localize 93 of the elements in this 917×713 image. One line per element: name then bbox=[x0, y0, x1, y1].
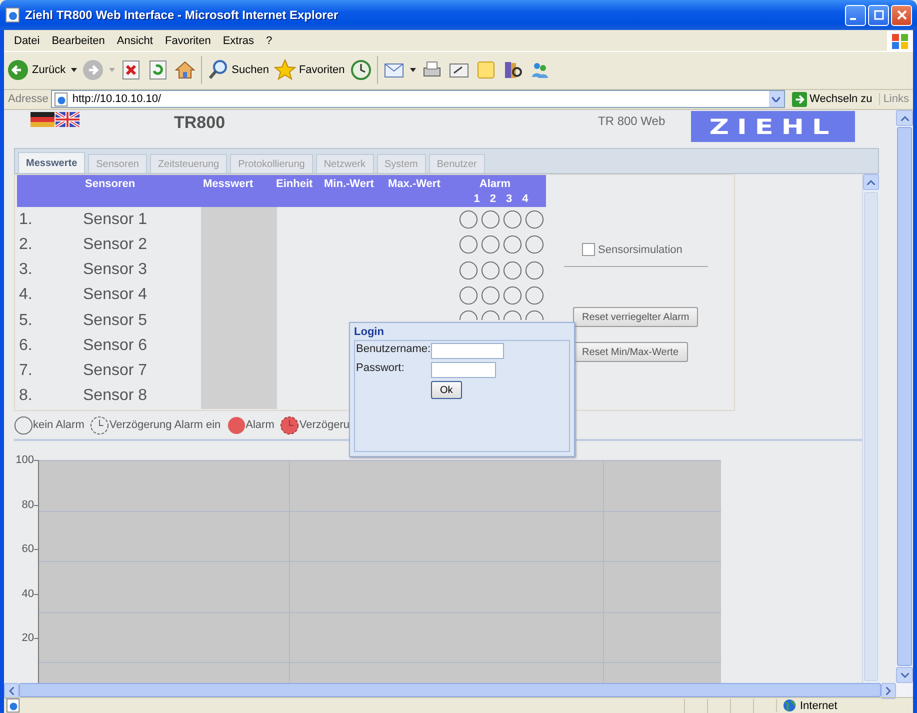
column-header: Alarm bbox=[479, 178, 511, 190]
column-header: Einheit bbox=[276, 177, 314, 192]
search-icon[interactable] bbox=[206, 59, 229, 82]
alarm-number: 3 bbox=[506, 193, 512, 205]
dropdown-button[interactable] bbox=[768, 91, 784, 108]
german-flag-icon[interactable] bbox=[30, 112, 55, 127]
stop-icon[interactable] bbox=[120, 59, 142, 82]
address-label: Adresse bbox=[8, 93, 48, 106]
empty-circle-icon bbox=[14, 416, 33, 434]
row-number: 2. bbox=[18, 236, 34, 254]
reset-button[interactable]: Reset verriegelter Alarm bbox=[573, 307, 698, 327]
favorites-button[interactable]: Favoriten bbox=[274, 59, 345, 82]
legend-label: Alarm bbox=[246, 419, 274, 431]
sensor-name: Sensor 7 bbox=[83, 362, 148, 380]
filled-circle-icon bbox=[226, 416, 246, 434]
y-axis-label: 100 bbox=[16, 454, 34, 466]
dropdown-icon[interactable] bbox=[410, 68, 416, 72]
legend-label: Verzögerung Alarm ein bbox=[109, 419, 221, 431]
column-header: Max.-Wert bbox=[388, 177, 442, 192]
row-number: 1. bbox=[18, 210, 34, 229]
row-number: 6. bbox=[18, 336, 34, 355]
sensor-name: Sensor 3 bbox=[83, 261, 148, 280]
menu-item[interactable]: Bearbeiten bbox=[46, 34, 111, 47]
menu-item[interactable]: ? bbox=[260, 34, 278, 47]
field-label: Passwort: bbox=[356, 362, 406, 374]
y-axis-label: 60 bbox=[22, 543, 34, 556]
y-axis-label: 40 bbox=[22, 588, 34, 600]
alarm-number: 2 bbox=[490, 193, 496, 205]
sensor-name: Sensor 4 bbox=[83, 286, 148, 304]
column-header: Min.-Wert bbox=[324, 177, 375, 192]
sensor-name: Sensor 2 bbox=[83, 236, 148, 254]
security-zone: Internet bbox=[776, 699, 913, 712]
back-icon[interactable] bbox=[7, 59, 29, 82]
input-field[interactable] bbox=[431, 343, 504, 359]
arrow-icon bbox=[792, 92, 807, 107]
minimize-icon bbox=[850, 18, 856, 20]
history-icon[interactable] bbox=[350, 59, 372, 82]
star-icon[interactable] bbox=[274, 59, 296, 82]
legend-label: Verzögeru bbox=[299, 419, 350, 431]
home-icon[interactable] bbox=[174, 59, 196, 82]
menu-item[interactable]: Datei bbox=[8, 34, 46, 47]
globe-icon bbox=[783, 699, 796, 712]
row-number: 4. bbox=[18, 286, 34, 304]
scrollbar[interactable] bbox=[4, 683, 913, 697]
refresh-icon[interactable] bbox=[146, 59, 169, 82]
row-number: 7. bbox=[18, 362, 34, 380]
input-field[interactable] bbox=[431, 362, 496, 378]
british-flag-icon[interactable] bbox=[55, 112, 80, 127]
page-title: TR800 bbox=[174, 112, 226, 133]
caret-icon bbox=[772, 96, 780, 102]
legend-label: kein Alarm bbox=[33, 419, 84, 431]
clock-icon bbox=[90, 416, 110, 434]
alarm-number: 4 bbox=[522, 193, 528, 205]
go-button[interactable]: Wechseln zu bbox=[788, 92, 876, 107]
menu-item[interactable]: Ansicht bbox=[110, 34, 159, 47]
row-number: 8. bbox=[18, 387, 34, 406]
ok-button[interactable]: Ok bbox=[431, 381, 462, 399]
window-title: Ziehl TR800 Web Interface - Microsoft Internet Explorer bbox=[25, 8, 340, 22]
field-label: Benutzername: bbox=[356, 343, 431, 355]
reset-button[interactable]: Reset Min/Max-Werte bbox=[573, 342, 688, 362]
sensor-name: Sensor 8 bbox=[83, 387, 148, 406]
company-logo: ZIEHL bbox=[691, 111, 855, 142]
sensor-name: Sensor 6 bbox=[83, 336, 148, 355]
y-axis-label: 80 bbox=[22, 498, 34, 511]
minimize-button[interactable] bbox=[845, 4, 866, 26]
page-icon bbox=[54, 92, 70, 107]
y-axis-label: 20 bbox=[22, 632, 34, 644]
scrollbar[interactable] bbox=[862, 174, 879, 683]
row-number: 3. bbox=[18, 261, 34, 280]
column-header: Sensoren bbox=[85, 177, 136, 192]
page-icon bbox=[6, 698, 21, 713]
close-button[interactable] bbox=[891, 4, 912, 26]
row-number: 5. bbox=[18, 312, 34, 330]
sensor-name: Sensor 5 bbox=[83, 312, 148, 330]
menu-item[interactable]: Favoriten bbox=[158, 34, 217, 47]
page-icon bbox=[5, 7, 21, 23]
dialog-title: Login bbox=[354, 326, 385, 340]
column-header: Messwert bbox=[203, 177, 254, 192]
address-field[interactable]: http://10.10.10.10/ bbox=[51, 90, 785, 108]
close-icon bbox=[896, 10, 906, 20]
back-button[interactable]: Zurück bbox=[7, 59, 66, 82]
maximize-button[interactable] bbox=[868, 4, 889, 26]
clock-icon bbox=[280, 416, 300, 434]
page-subtitle: TR 800 Web bbox=[598, 113, 666, 128]
tab[interactable]: Messwerte bbox=[18, 152, 86, 173]
menu-item[interactable]: Extras bbox=[216, 34, 260, 47]
maximize-icon bbox=[874, 10, 884, 20]
alarm-number: 1 bbox=[474, 193, 480, 205]
scrollbar[interactable] bbox=[896, 110, 913, 683]
dropdown-icon[interactable] bbox=[70, 68, 77, 72]
sensor-name: Sensor 1 bbox=[83, 210, 148, 229]
sensorsimulation-checkbox[interactable]: Sensorsimulation bbox=[582, 243, 682, 256]
search-button[interactable]: Suchen bbox=[206, 59, 269, 82]
